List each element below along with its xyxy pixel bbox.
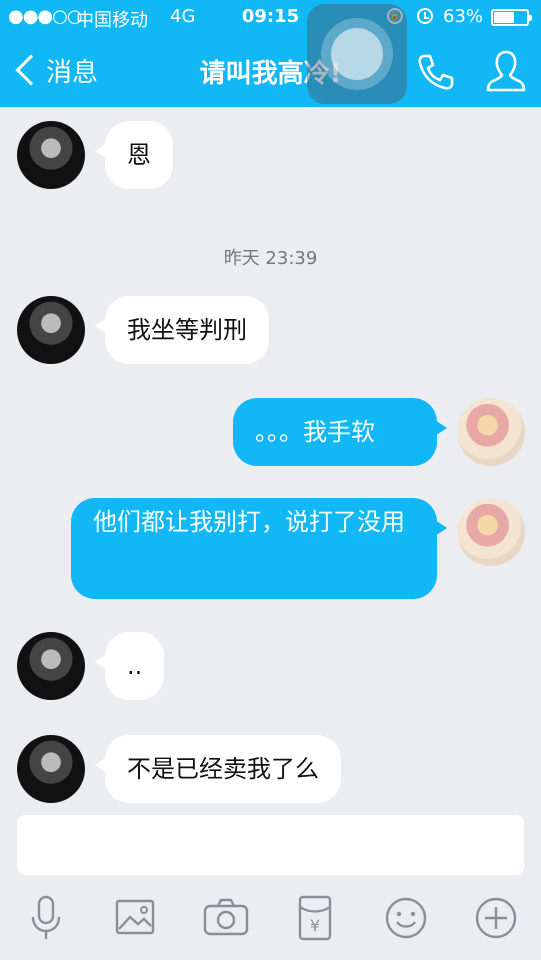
outgoing-message[interactable]: 他们都让我别打，说打了没用: [71, 498, 447, 599]
contact-avatar[interactable]: [17, 121, 85, 189]
assistive-touch-button[interactable]: [307, 4, 407, 104]
outgoing-message[interactable]: 。。。我手软: [233, 398, 447, 466]
battery-percent: 63%: [443, 6, 484, 27]
message-timestamp: 昨天 23:39: [223, 248, 318, 269]
battery-fill: [494, 12, 515, 23]
incoming-message[interactable]: 恩: [95, 121, 173, 189]
chat-title: 请叫我高冷!: [199, 59, 342, 89]
assistive-core: [331, 28, 383, 80]
contact-avatar[interactable]: [17, 296, 85, 364]
contact-avatar[interactable]: [17, 632, 85, 700]
camera-icon[interactable]: [202, 893, 250, 943]
status-bar: ●●●○○ 中国移动 4G 09:15 🔒 63%: [0, 6, 541, 31]
incoming-message[interactable]: ..: [94, 632, 165, 700]
my-avatar[interactable]: [457, 398, 525, 466]
incoming-message[interactable]: 我坐等判刑: [95, 296, 269, 364]
my-avatar[interactable]: [457, 498, 525, 566]
incoming-message[interactable]: 不是已经卖我了么: [95, 735, 341, 803]
svg-text:¥: ¥: [310, 916, 320, 935]
contact-avatar[interactable]: [17, 735, 85, 803]
image-icon[interactable]: [111, 893, 159, 943]
alarm-icon: [417, 8, 433, 24]
microphone-icon[interactable]: [22, 893, 70, 943]
emoji-icon[interactable]: [382, 893, 430, 943]
red-packet-icon[interactable]: ¥: [291, 893, 339, 943]
input-toolbar: ¥: [0, 885, 541, 960]
person-icon[interactable]: [484, 48, 528, 94]
message-input[interactable]: [17, 815, 524, 875]
top-bar: ●●●○○ 中国移动 4G 09:15 🔒 63% 消息 请叫我高冷!: [0, 0, 541, 107]
plus-icon[interactable]: [472, 893, 520, 943]
phone-icon[interactable]: [414, 50, 458, 94]
battery-icon: [491, 9, 532, 26]
